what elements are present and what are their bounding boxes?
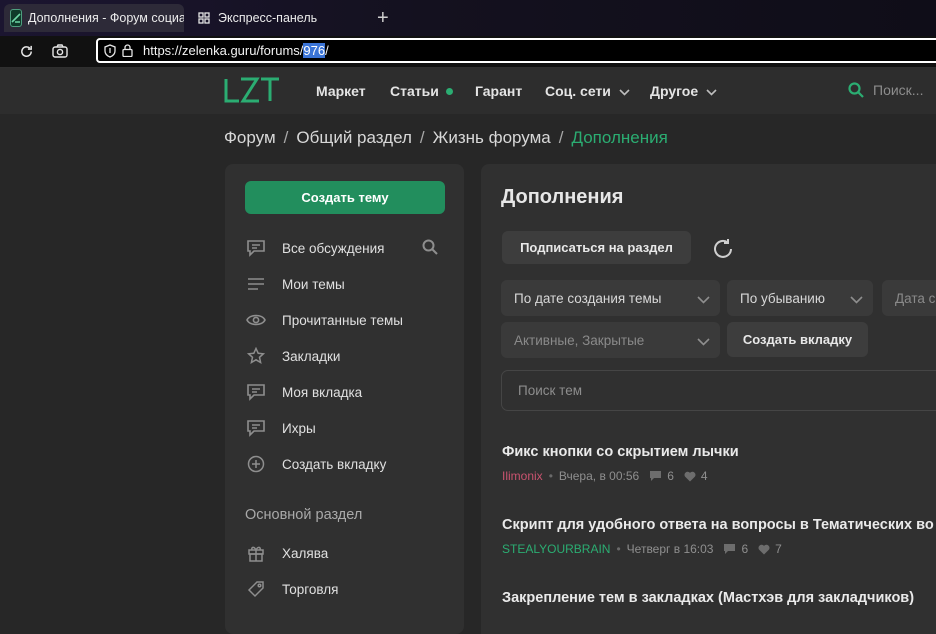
eye-icon: [245, 309, 267, 331]
chevron-down-icon: [697, 292, 710, 307]
site-header: Маркет Статьи Гарант Соц. сети Другое По…: [0, 68, 936, 114]
thread-title[interactable]: Закрепление тем в закладках (Мастхэв для…: [502, 590, 936, 606]
new-indicator-dot: [445, 87, 453, 95]
thread-author[interactable]: Ilimonix: [502, 469, 543, 483]
camera-icon[interactable]: [51, 42, 69, 60]
breadcrumb-separator: /: [558, 128, 564, 147]
tab-title: Экспресс-панель: [218, 11, 318, 25]
search-icon[interactable]: [422, 239, 438, 258]
thread-replies: 6: [741, 542, 749, 556]
zelenka-favicon-icon: [10, 9, 22, 27]
url-selected-part: 976: [303, 43, 326, 58]
thread-item[interactable]: Скрипт для удобного ответа на вопросы в …: [502, 517, 936, 556]
thread-meta: STEALYOURBRAIN • Четверг в 16:03 6 7: [502, 542, 936, 556]
grid-icon: [196, 10, 212, 26]
sidebar-item-read-threads[interactable]: Прочитанные темы: [245, 308, 450, 332]
sidebar-item-trading[interactable]: Торговля: [245, 577, 450, 601]
heart-icon: [758, 544, 770, 555]
thread-likes: 4: [700, 469, 708, 483]
reload-icon[interactable]: [17, 42, 35, 60]
sort-by-select[interactable]: По дате создания темы: [501, 280, 720, 316]
sidebar-item-create-tab[interactable]: Создать вкладку: [245, 452, 450, 476]
lock-icon[interactable]: [122, 44, 133, 57]
thread-item[interactable]: Закрепление тем в закладках (Мастхэв для…: [502, 590, 936, 606]
chat-icon: [245, 381, 267, 403]
header-search-placeholder: Поиск...: [873, 82, 924, 98]
thread-item[interactable]: Фикс кнопки со скрытием лычки Ilimonix •…: [502, 444, 936, 483]
meta-separator: •: [616, 542, 621, 556]
thread-title[interactable]: Скрипт для удобного ответа на вопросы в …: [502, 517, 936, 533]
create-tab-button[interactable]: Создать вкладку: [727, 322, 868, 357]
main-panel: Дополнения Подписаться на раздел По дате…: [481, 164, 936, 634]
thread-likes: 7: [775, 542, 782, 556]
thread-time: Вчера, в 00:56: [558, 469, 640, 483]
address-bar-row: https://zelenka.guru/forums/976/: [0, 36, 936, 68]
breadcrumb-forum[interactable]: Форум: [224, 128, 276, 147]
breadcrumb-forum-life[interactable]: Жизнь форума: [433, 128, 551, 147]
meta-separator: •: [548, 469, 553, 483]
new-tab-button[interactable]: +: [377, 7, 389, 30]
chat-icon: [245, 237, 267, 259]
header-search[interactable]: Поиск...: [848, 82, 923, 98]
sidebar-item-my-threads[interactable]: Мои темы: [245, 272, 450, 296]
star-icon: [245, 345, 267, 367]
breadcrumb-separator: /: [419, 128, 425, 147]
thread-author[interactable]: STEALYOURBRAIN: [502, 542, 610, 556]
breadcrumb: Форум / Общий раздел / Жизнь форума / Дополнен…: [224, 128, 668, 148]
create-thread-button[interactable]: Создать тему: [245, 181, 445, 214]
plus-circle-icon: [245, 453, 267, 475]
thread-title[interactable]: Фикс кнопки со скрытием лычки: [502, 444, 936, 460]
nav-guarantor[interactable]: Гарант: [475, 83, 522, 99]
sidebar-section-title: Основной раздел: [245, 507, 363, 523]
lines-icon: [245, 273, 267, 295]
thread-time: Четверг в 16:03: [626, 542, 714, 556]
chevron-down-icon: [619, 83, 630, 99]
date-select[interactable]: Дата с: [882, 280, 936, 316]
breadcrumb-separator: /: [283, 128, 289, 147]
lzt-logo[interactable]: [223, 77, 281, 108]
sidebar-item-bookmarks[interactable]: Закладки: [245, 344, 450, 368]
order-select[interactable]: По убыванию: [727, 280, 873, 316]
chevron-down-icon: [706, 83, 717, 99]
sidebar-item-my-tab[interactable]: Моя вкладка: [245, 380, 450, 404]
search-icon: [848, 82, 864, 98]
page-title: Дополнения: [501, 186, 624, 208]
nav-articles[interactable]: Статьи: [390, 83, 453, 99]
url-suffix: /: [325, 43, 329, 58]
thread-search-input[interactable]: Поиск тем: [501, 370, 936, 411]
url-field[interactable]: https://zelenka.guru/forums/976/: [96, 38, 936, 63]
browser-tab-active[interactable]: Дополнения - Форум социальной инженерии: [4, 4, 184, 32]
chevron-down-icon: [850, 292, 863, 307]
state-select[interactable]: Активные, Закрытые: [501, 322, 720, 358]
gift-icon: [245, 542, 267, 564]
chevron-down-icon: [697, 334, 710, 349]
breadcrumb-general[interactable]: Общий раздел: [296, 128, 412, 147]
sidebar-item-freebies[interactable]: Халява: [245, 541, 450, 565]
url-prefix: https://zelenka.guru/forums/: [143, 43, 304, 58]
shield-icon[interactable]: [104, 43, 116, 58]
comment-icon: [649, 470, 662, 482]
tag-icon: [245, 578, 267, 600]
heart-icon: [684, 471, 696, 482]
subscribe-button[interactable]: Подписаться на раздел: [502, 231, 691, 264]
browser-tab-bar: Дополнения - Форум социальной инженерии …: [0, 0, 936, 36]
nav-other[interactable]: Другое: [650, 83, 717, 99]
chat-icon: [245, 417, 267, 439]
thread-meta: Ilimonix • Вчера, в 00:56 6 4: [502, 469, 936, 483]
browser-tab-speed-dial[interactable]: Экспресс-панель: [190, 4, 360, 32]
sidebar: Создать тему Все обсуждения Мои темы Про…: [225, 164, 464, 634]
comment-icon: [723, 543, 736, 555]
breadcrumb-current[interactable]: Дополнения: [572, 128, 668, 147]
tab-title: Дополнения - Форум социальной инженерии: [28, 11, 184, 25]
nav-market[interactable]: Маркет: [316, 83, 366, 99]
refresh-icon[interactable]: [711, 237, 735, 266]
nav-social[interactable]: Соц. сети: [545, 83, 630, 99]
thread-replies: 6: [667, 469, 674, 483]
sidebar-item-all-discussions[interactable]: Все обсуждения: [245, 236, 450, 260]
sidebar-item-games[interactable]: Ихры: [245, 416, 450, 440]
